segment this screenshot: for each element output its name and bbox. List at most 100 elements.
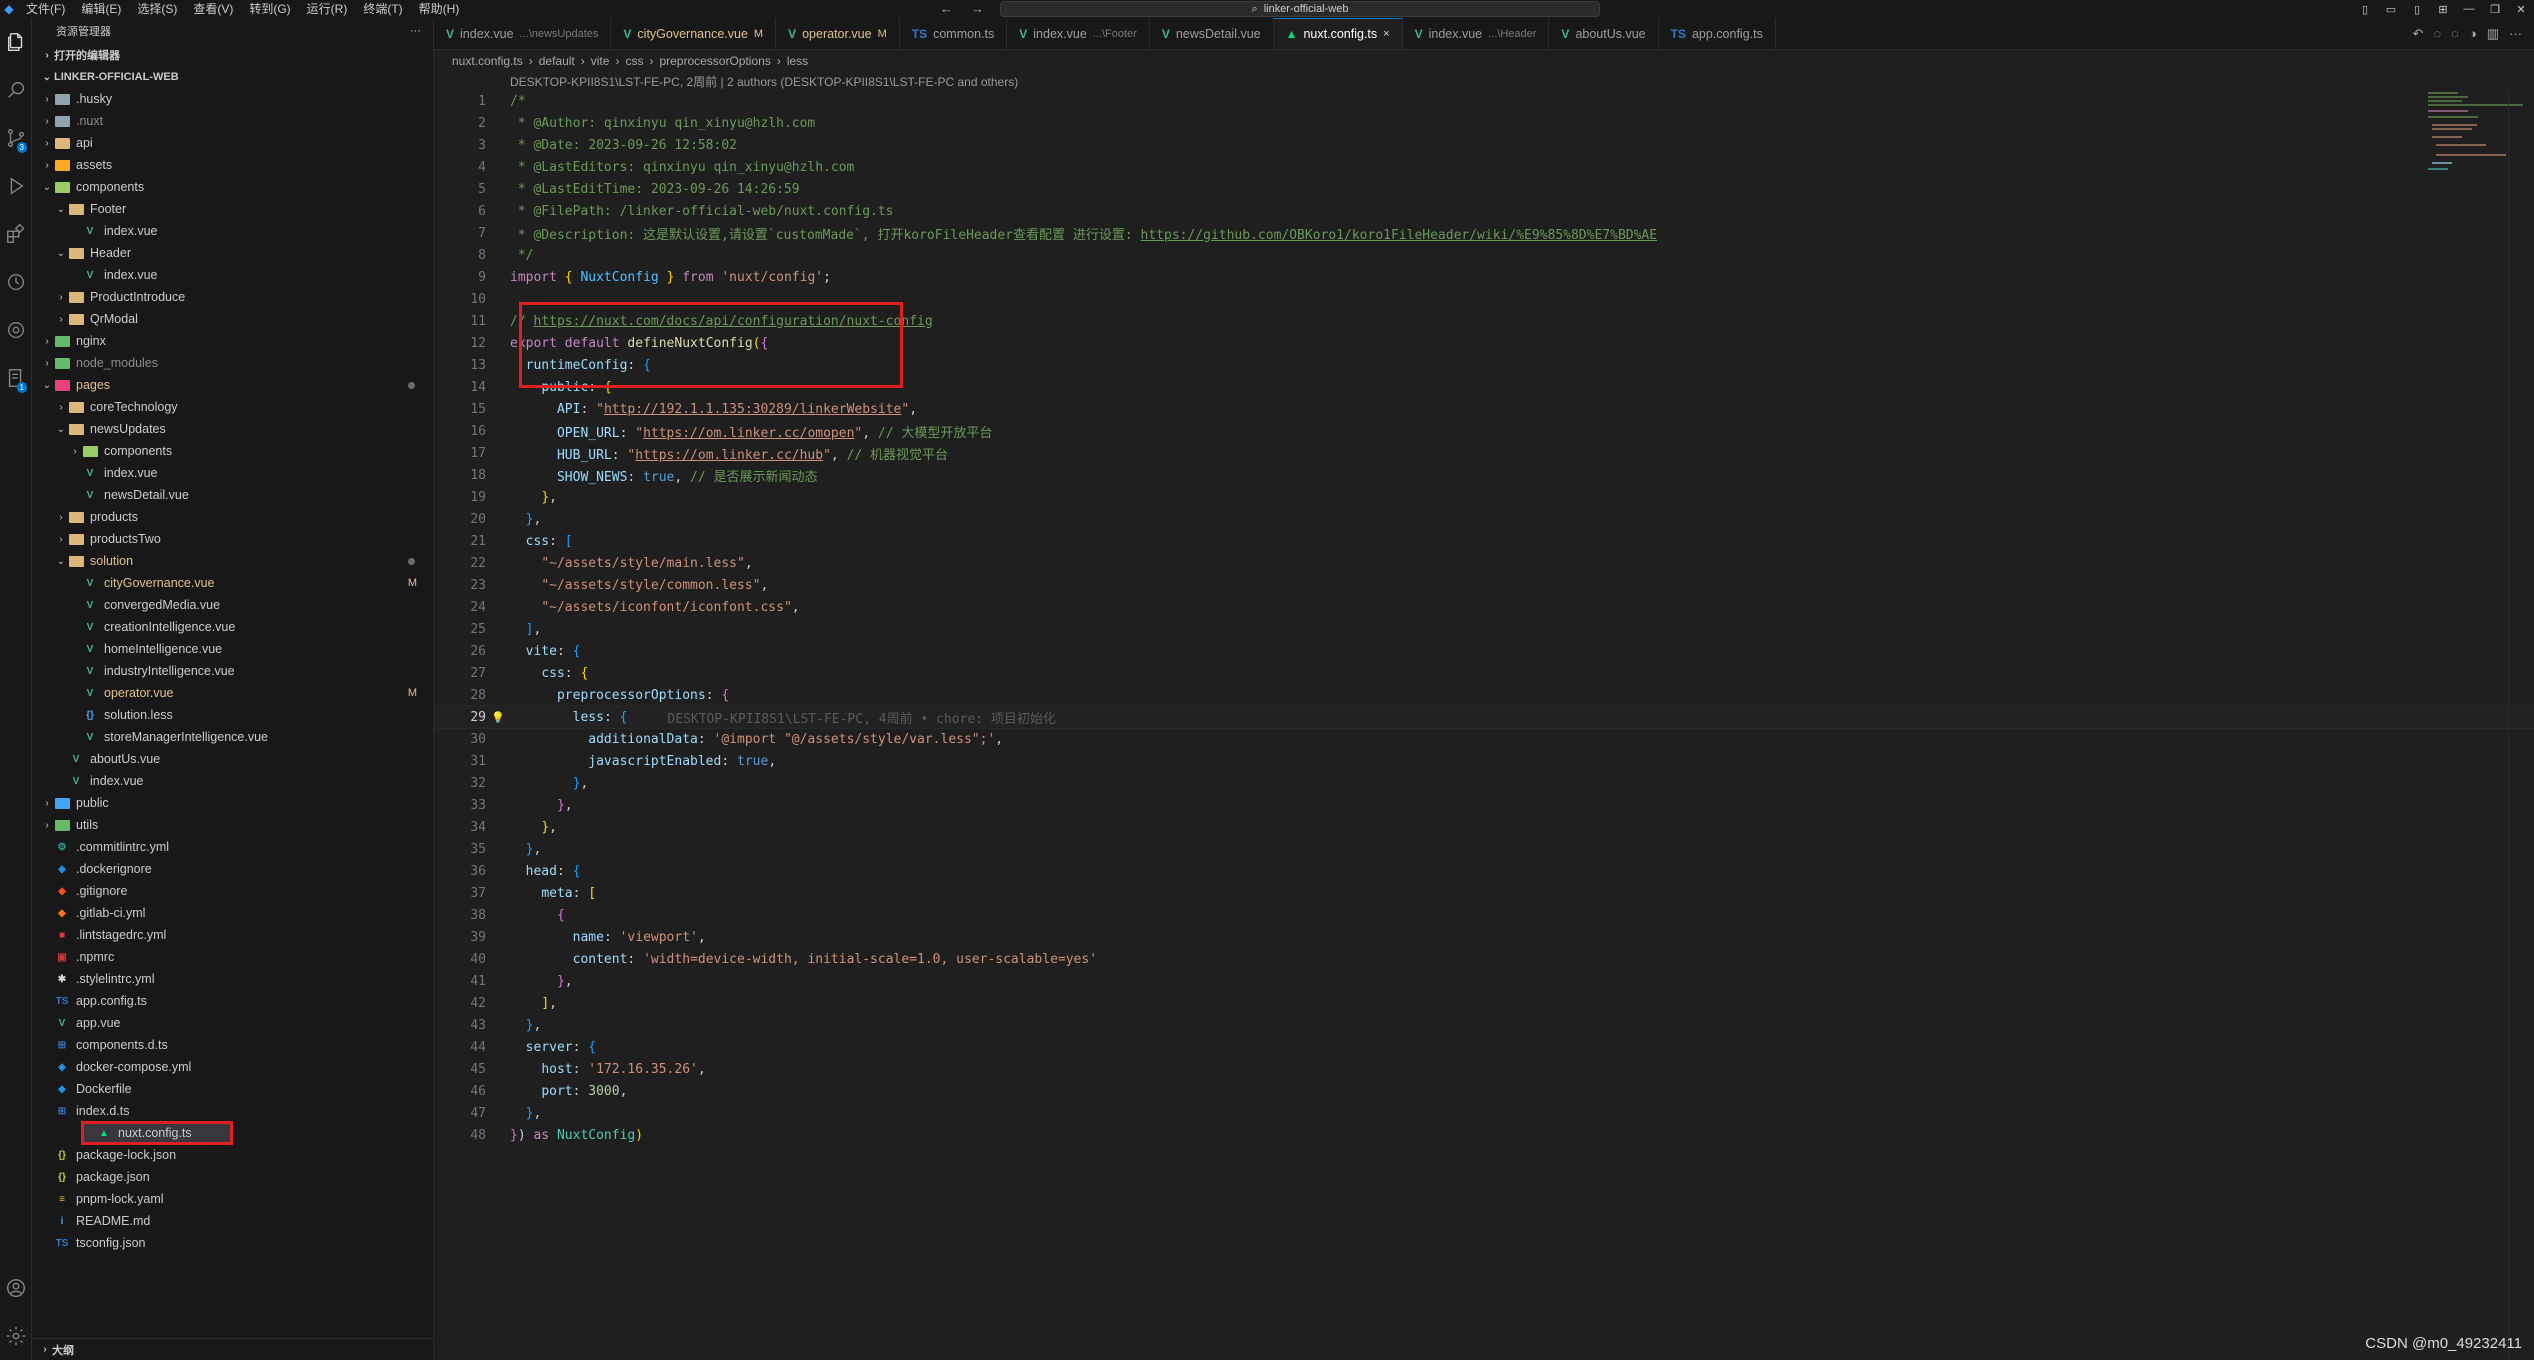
tree-item[interactable]: ◈ docker-compose.yml [32,1056,433,1078]
tree-item[interactable]: ◆ .gitignore [32,880,433,902]
tree-item[interactable]: Voperator.vue M [32,682,433,704]
breadcrumb-item[interactable]: preprocessorOptions [659,54,770,68]
code-line[interactable]: 4 * @LastEditors: qinxinyu qin_xinyu@hzl… [434,156,2534,178]
tree-item[interactable]: › assets [32,154,433,176]
editor-tab[interactable]: Vindex.vue ...\Header [1403,18,1550,49]
layout-customize-icon[interactable]: ⊞ [2430,3,2456,16]
tree-item[interactable]: › ProductIntroduce [32,286,433,308]
code-line[interactable]: 46 port: 3000, [434,1080,2534,1102]
tree-item[interactable]: VaboutUs.vue [32,748,433,770]
code-line[interactable]: 34 }, [434,816,2534,838]
tree-item[interactable]: Vindex.vue [32,264,433,286]
lightbulb-icon[interactable]: 💡 [486,711,510,724]
outline-section[interactable]: › 大纲 [32,1338,434,1360]
editor-scrollbar[interactable] [2508,90,2522,1360]
tree-item[interactable]: › utils [32,814,433,836]
tree-item[interactable]: ■ .lintstagedrc.yml [32,924,433,946]
restore-icon[interactable]: ❐ [2482,3,2508,16]
breadcrumb-item[interactable]: default [539,54,575,68]
tree-item[interactable]: ⌄ newsUpdates [32,418,433,440]
code-line[interactable]: 23 "~/assets/style/common.less", [434,574,2534,596]
code-line[interactable]: 37 meta: [ [434,882,2534,904]
editor-tab[interactable]: TS common.ts [900,18,1008,49]
code-line[interactable]: 20 }, [434,508,2534,530]
tree-item[interactable]: Vindex.vue [32,462,433,484]
code-line[interactable]: 17 HUB_URL: "https://om.linker.cc/hub", … [434,442,2534,464]
code-line[interactable]: 3 * @Date: 2023-09-26 12:58:02 [434,134,2534,156]
tree-item[interactable]: ▲ nuxt.config.ts [81,1121,233,1145]
layout-panel-icon[interactable]: ▭ [2378,3,2404,16]
tree-item[interactable]: {} package.json [32,1166,433,1188]
tree-item[interactable]: ⊞ components.d.ts [32,1034,433,1056]
editor-tab[interactable]: TS app.config.ts [1659,18,1776,49]
back-arrow-icon[interactable]: ← [940,0,953,18]
code-line[interactable]: 47 }, [434,1102,2534,1124]
tree-item[interactable]: ≡ pnpm-lock.yaml [32,1188,433,1210]
testing-icon[interactable]: 1 [0,354,32,402]
tree-item[interactable]: › api [32,132,433,154]
code-line[interactable]: 43 }, [434,1014,2534,1036]
tree-item[interactable]: ◈ .dockerignore [32,858,433,880]
tree-item[interactable]: VstoreManagerIntelligence.vue [32,726,433,748]
menu-item[interactable]: 查看(V) [185,0,241,18]
timeline-icon[interactable] [0,258,32,306]
tree-item[interactable]: TS app.config.ts [32,990,433,1012]
breadcrumb-item[interactable]: vite [591,54,610,68]
search-icon[interactable] [0,66,32,114]
menu-item[interactable]: 文件(F) [18,0,73,18]
git-compare-icon[interactable]: ◑ [2469,26,2477,41]
close-window-icon[interactable]: ✕ [2508,3,2534,16]
command-center-search[interactable]: ⌕ linker-official-web [1000,1,1600,17]
tree-item[interactable]: ⌄ Header [32,242,433,264]
tree-item[interactable]: › .nuxt [32,110,433,132]
open-editors-section[interactable]: › 打开的编辑器 [32,44,433,66]
code-line[interactable]: 33 }, [434,794,2534,816]
breadcrumb-item[interactable]: nuxt.config.ts [452,54,523,68]
editor-tab[interactable]: Voperator.vue M [776,18,900,49]
code-line[interactable]: 9 import { NuxtConfig } from 'nuxt/config… [434,266,2534,288]
project-section[interactable]: ⌄ LINKER-OFFICIAL-WEB [32,66,433,88]
tree-item[interactable]: VnewsDetail.vue [32,484,433,506]
code-line[interactable]: 35 }, [434,838,2534,860]
code-line[interactable]: 40 content: 'width=device-width, initial… [434,948,2534,970]
tree-item[interactable]: › products [32,506,433,528]
code-line[interactable]: 24 "~/assets/iconfont/iconfont.css", [434,596,2534,618]
tree-item[interactable]: VindustryIntelligence.vue [32,660,433,682]
more-actions-icon[interactable]: ··· [410,25,421,37]
code-line[interactable]: 22 "~/assets/style/main.less", [434,552,2534,574]
tree-item[interactable]: {} package-lock.json [32,1144,433,1166]
editor-tab[interactable]: Vindex.vue ...\newsUpdates [434,18,612,49]
tree-item[interactable]: › components [32,440,433,462]
tree-item[interactable]: ▣ .npmrc [32,946,433,968]
code-line[interactable]: 8 */ [434,244,2534,266]
layout-sidebar-icon[interactable]: ▯ [2352,3,2378,16]
settings-gear-icon[interactable] [0,1312,32,1360]
code-line[interactable]: 5 * @LastEditTime: 2023-09-26 14:26:59 [434,178,2534,200]
tree-item[interactable]: ✱ .stylelintrc.yml [32,968,433,990]
code-line[interactable]: 39 name: 'viewport', [434,926,2534,948]
code-line[interactable]: 2 * @Author: qinxinyu qin_xinyu@hzlh.com [434,112,2534,134]
code-line[interactable]: 7 * @Description: 这是默认设置,请设置`customMade`… [434,222,2534,244]
code-line[interactable]: 19 }, [434,486,2534,508]
menu-item[interactable]: 转到(G) [241,0,298,18]
code-line[interactable]: 38 { [434,904,2534,926]
remote-explorer-icon[interactable] [0,306,32,354]
breadcrumb-item[interactable]: css [625,54,643,68]
tree-item[interactable]: VconvergedMedia.vue [32,594,433,616]
minimize-icon[interactable]: — [2456,3,2482,15]
code-line[interactable]: 30 additionalData: '@import "@/assets/st… [434,728,2534,750]
code-line[interactable]: 16 OPEN_URL: "https://om.linker.cc/omope… [434,420,2534,442]
forward-arrow-icon[interactable]: → [971,0,984,18]
code-line[interactable]: 25 ], [434,618,2534,640]
code-line[interactable]: 41 }, [434,970,2534,992]
explorer-icon[interactable] [0,18,32,66]
code-line[interactable]: 45 host: '172.16.35.26', [434,1058,2534,1080]
tree-item[interactable]: VhomeIntelligence.vue [32,638,433,660]
tree-item[interactable]: › QrModal [32,308,433,330]
layout-secondary-icon[interactable]: ▯ [2404,3,2430,16]
editor-tab[interactable]: ▲ nuxt.config.ts × [1273,18,1403,49]
tree-item[interactable]: {} solution.less [32,704,433,726]
menu-item[interactable]: 运行(R) [299,0,356,18]
menu-item[interactable]: 选择(S) [129,0,185,18]
tree-item[interactable]: › coreTechnology [32,396,433,418]
